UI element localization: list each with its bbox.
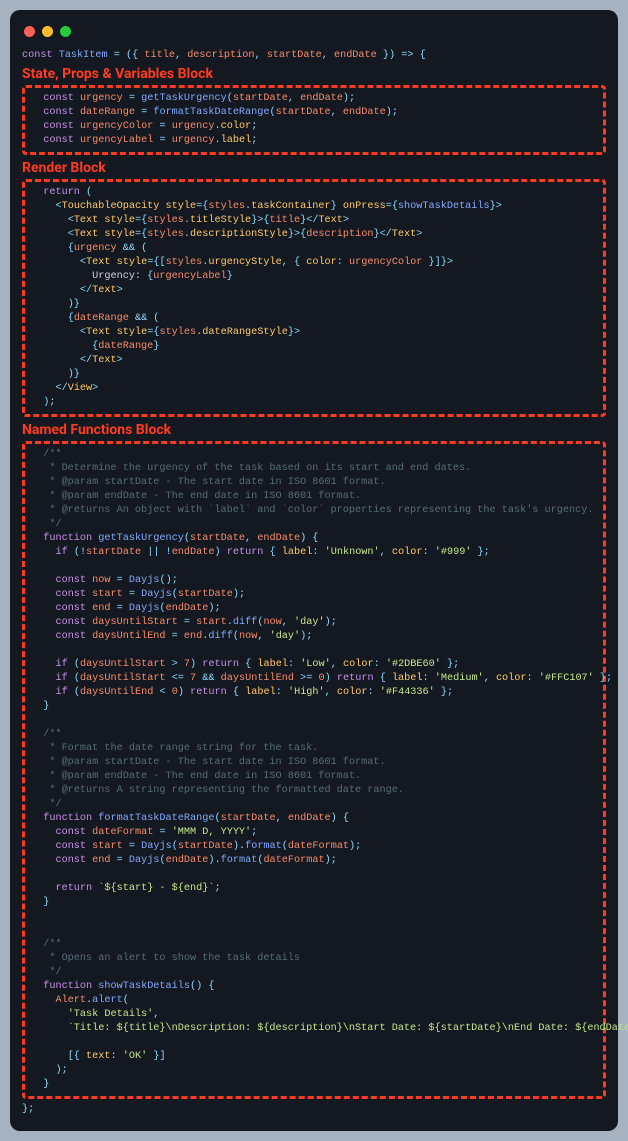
component-signature-line: const TaskItem = ({ title, description, … xyxy=(22,49,606,63)
comment-line: * Format the date range string for the t… xyxy=(31,742,597,756)
blank-line xyxy=(31,1036,597,1050)
render-line: {dateRange} xyxy=(31,340,597,354)
render-line: )} xyxy=(31,368,597,382)
minimize-icon xyxy=(42,26,53,37)
blank-line xyxy=(31,560,597,574)
render-line: <Text style={styles.titleStyle}>{title}<… xyxy=(31,214,597,228)
fn-line: return `${start} - ${end}`; xyxy=(31,882,597,896)
comment-line: /** xyxy=(31,448,597,462)
closing-brace-line: }; xyxy=(22,1103,606,1117)
zoom-icon xyxy=(60,26,71,37)
code-screenshot-frame: const TaskItem = ({ title, description, … xyxy=(10,10,618,1131)
fn-line: } xyxy=(31,896,597,910)
comment-line: * Opens an alert to show the task detail… xyxy=(31,952,597,966)
comment-line: */ xyxy=(31,966,597,980)
state-line-2: const dateRange = formatTaskDateRange(st… xyxy=(31,106,597,120)
close-icon xyxy=(24,26,35,37)
fn-line: if (!startDate || !endDate) return { lab… xyxy=(31,546,597,560)
render-line: </Text> xyxy=(31,354,597,368)
fn-line: function getTaskUrgency(startDate, endDa… xyxy=(31,532,597,546)
fn-line: const daysUntilStart = start.diff(now, '… xyxy=(31,616,597,630)
render-line: <TouchableOpacity style={styles.taskCont… xyxy=(31,200,597,214)
section-label-state: State, Props & Variables Block xyxy=(22,65,606,83)
comment-line: /** xyxy=(31,938,597,952)
fn-line: Alert.alert( xyxy=(31,994,597,1008)
comment-line: */ xyxy=(31,798,597,812)
blank-line xyxy=(31,644,597,658)
state-line-4: const urgencyLabel = urgency.label; xyxy=(31,134,597,148)
fn-line: const now = Dayjs(); xyxy=(31,574,597,588)
fn-line: function showTaskDetails() { xyxy=(31,980,597,994)
macos-traffic-lights xyxy=(22,22,606,49)
comment-line: * Determine the urgency of the task base… xyxy=(31,462,597,476)
render-line: )} xyxy=(31,298,597,312)
comment-line: /** xyxy=(31,728,597,742)
render-line: <Text style={styles.descriptionStyle}>{d… xyxy=(31,228,597,242)
fn-line: const dateFormat = 'MMM D, YYYY'; xyxy=(31,826,597,840)
render-line: {dateRange && ( xyxy=(31,312,597,326)
fn-line: `Title: ${title}\nDescription: ${descrip… xyxy=(31,1022,597,1036)
fn-line: if (daysUntilStart <= 7 && daysUntilEnd … xyxy=(31,672,597,686)
fn-line: 'Task Details', xyxy=(31,1008,597,1022)
fn-line: const end = Dayjs(endDate).format(dateFo… xyxy=(31,854,597,868)
render-line: <Text style={styles.dateRangeStyle}> xyxy=(31,326,597,340)
fn-line: ); xyxy=(31,1064,597,1078)
comment-line: */ xyxy=(31,518,597,532)
blank-line xyxy=(31,714,597,728)
render-line: ); xyxy=(31,396,597,410)
fn-line: function formatTaskDateRange(startDate, … xyxy=(31,812,597,826)
fn-line: const end = Dayjs(endDate); xyxy=(31,602,597,616)
fn-line: const start = Dayjs(startDate); xyxy=(31,588,597,602)
comment-line: * @param endDate - The end date in ISO 8… xyxy=(31,770,597,784)
render-line: {urgency && ( xyxy=(31,242,597,256)
blank-line xyxy=(31,910,597,924)
comment-line: * @param endDate - The end date in ISO 8… xyxy=(31,490,597,504)
render-line: <Text style={[styles.urgencyStyle, { col… xyxy=(31,256,597,270)
render-line: Urgency: {urgencyLabel} xyxy=(31,270,597,284)
fn-line: const start = Dayjs(startDate).format(da… xyxy=(31,840,597,854)
render-line: </Text> xyxy=(31,284,597,298)
comment-line: * @returns A string representing the for… xyxy=(31,784,597,798)
render-line: return ( xyxy=(31,186,597,200)
render-block-outline: return ( <TouchableOpacity style={styles… xyxy=(22,179,606,417)
render-line: </View> xyxy=(31,382,597,396)
fn-line: if (daysUntilStart > 7) return { label: … xyxy=(31,658,597,672)
state-block-outline: const urgency = getTaskUrgency(startDate… xyxy=(22,85,606,155)
fn-line: if (daysUntilEnd < 0) return { label: 'H… xyxy=(31,686,597,700)
state-line-1: const urgency = getTaskUrgency(startDate… xyxy=(31,92,597,106)
state-line-3: const urgencyColor = urgency.color; xyxy=(31,120,597,134)
fn-line: } xyxy=(31,1078,597,1092)
comment-line: * @returns An object with `label` and `c… xyxy=(31,504,597,518)
comment-line: * @param startDate - The start date in I… xyxy=(31,756,597,770)
section-label-render: Render Block xyxy=(22,159,606,177)
section-label-functions: Named Functions Block xyxy=(22,421,606,439)
blank-line xyxy=(31,868,597,882)
fn-line: } xyxy=(31,700,597,714)
fn-line: const daysUntilEnd = end.diff(now, 'day'… xyxy=(31,630,597,644)
blank-line xyxy=(31,924,597,938)
fn-line: [{ text: 'OK' }] xyxy=(31,1050,597,1064)
functions-block-outline: /** * Determine the urgency of the task … xyxy=(22,441,606,1099)
comment-line: * @param startDate - The start date in I… xyxy=(31,476,597,490)
